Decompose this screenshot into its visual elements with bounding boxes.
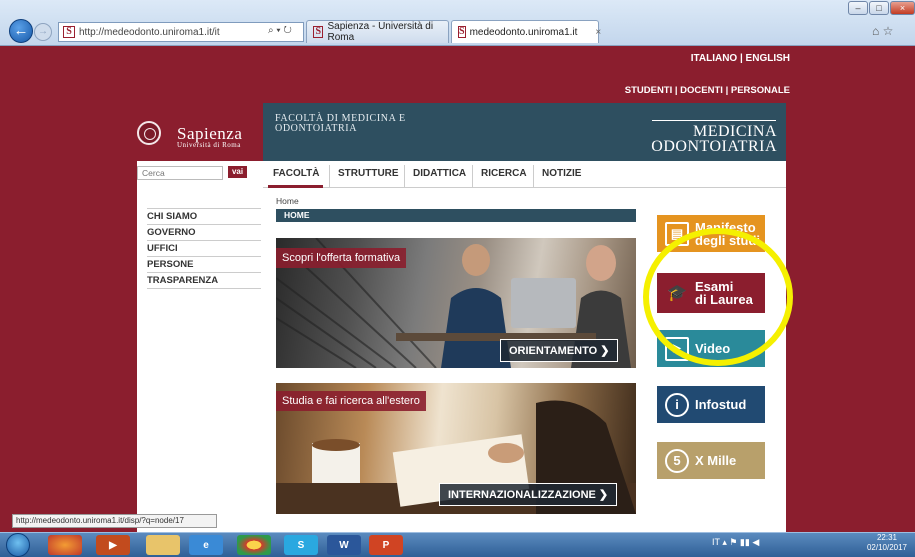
sidebar-item-governo[interactable]: GOVERNO bbox=[147, 225, 261, 241]
close-window-button[interactable]: × bbox=[890, 1, 915, 15]
forward-button[interactable]: → bbox=[34, 23, 52, 41]
tab-label: Sapienza - Università di Roma bbox=[327, 21, 434, 43]
user-links[interactable]: STUDENTI | DOCENTI | PERSONALE bbox=[560, 85, 790, 96]
word-icon[interactable]: W bbox=[327, 535, 361, 555]
nav-separator bbox=[404, 165, 405, 187]
search-button[interactable]: vai bbox=[228, 166, 247, 178]
sidebar-item-trasparenza[interactable]: TRASPARENZA bbox=[147, 273, 261, 289]
skype-icon[interactable]: S bbox=[284, 535, 318, 555]
header-title-line1: MEDICINA bbox=[693, 123, 777, 140]
maximize-button[interactable]: □ bbox=[869, 1, 889, 15]
tile-x-mille[interactable]: 5 X Mille bbox=[657, 442, 765, 479]
file-explorer-icon[interactable] bbox=[146, 535, 180, 555]
internet-explorer-icon[interactable]: e bbox=[189, 535, 223, 555]
tab-favicon-icon: S bbox=[458, 26, 466, 38]
home-bar: HOME bbox=[276, 209, 636, 222]
nav-separator bbox=[472, 165, 473, 187]
breadcrumb[interactable]: Home bbox=[276, 196, 299, 206]
nav-didattica[interactable]: DIDATTICA bbox=[413, 168, 466, 179]
tab-close-icon[interactable]: × bbox=[595, 27, 601, 38]
promo-internazionalizzazione-tag: Studia e fai ricerca all'estero bbox=[276, 391, 426, 411]
language-switch[interactable]: ITALIANO | ENGLISH bbox=[680, 53, 790, 64]
start-button[interactable] bbox=[6, 533, 30, 557]
yellow-highlight-circle bbox=[643, 228, 793, 366]
header-title: MEDICINA ODONTOIATRIA bbox=[650, 123, 777, 155]
address-text: http://medeodonto.uniroma1.it/it bbox=[79, 26, 220, 38]
system-tray[interactable]: IT ▴ ⚑ ▮▮ ◀ bbox=[712, 537, 759, 548]
media-player-icon[interactable]: ▶ bbox=[96, 535, 130, 555]
nav-separator bbox=[533, 165, 534, 187]
sidebar: CHI SIAMO GOVERNO UFFICI PERSONE TRASPAR… bbox=[147, 209, 261, 289]
promo-orientamento-tag: Scopri l'offerta formativa bbox=[276, 248, 407, 268]
minimize-button[interactable]: – bbox=[848, 1, 868, 15]
sapienza-logo-sub: Università di Roma bbox=[177, 141, 241, 149]
nav-active-indicator bbox=[268, 185, 323, 188]
home-favorites-icon[interactable]: ⌂ ☆ bbox=[872, 24, 893, 38]
status-bar-url: http://medeodonto.uniroma1.it/disp/?q=no… bbox=[12, 514, 217, 528]
clock[interactable]: 22:31 02/10/2017 bbox=[862, 533, 912, 553]
tile-label-1: X Mille bbox=[695, 453, 737, 468]
tab-label: medeodonto.uniroma1.it bbox=[469, 26, 578, 38]
internazionalizzazione-button[interactable]: INTERNAZIONALIZZAZIONE ❯ bbox=[439, 483, 618, 506]
header-title-line2: ODONTOIATRIA bbox=[651, 138, 777, 155]
site-favicon-icon: S bbox=[63, 26, 75, 38]
faculty-label: Facoltà di Medicina e Odontoiatria bbox=[275, 113, 406, 134]
tab-favicon-icon: S bbox=[313, 26, 324, 38]
tile-infostud[interactable]: i Infostud bbox=[657, 386, 765, 423]
firefox-icon[interactable] bbox=[48, 535, 82, 555]
nav-facolta[interactable]: FACOLTÀ bbox=[273, 168, 319, 179]
powerpoint-icon[interactable]: P bbox=[369, 535, 403, 555]
clock-date: 02/10/2017 bbox=[866, 543, 908, 552]
promo-orientamento[interactable]: Scopri l'offerta formativa ORIENTAMENTO … bbox=[276, 238, 636, 368]
tile-label-1: Infostud bbox=[695, 397, 747, 412]
orientamento-button[interactable]: ORIENTAMENTO ❯ bbox=[500, 339, 619, 362]
main-nav: FACOLTÀ STRUTTURE DIDATTICA RICERCA NOTI… bbox=[263, 161, 786, 188]
five-per-mille-icon: 5 bbox=[665, 448, 689, 473]
search-input[interactable] bbox=[137, 166, 223, 180]
sapienza-seal-icon[interactable] bbox=[137, 121, 161, 145]
promo-internazionalizzazione[interactable]: Studia e fai ricerca all'estero INTERNAZ… bbox=[276, 383, 636, 514]
sidebar-item-chi-siamo[interactable]: CHI SIAMO bbox=[147, 209, 261, 225]
tab-medeodonto[interactable]: S medeodonto.uniroma1.it × bbox=[451, 20, 601, 43]
back-button[interactable]: ← bbox=[9, 19, 33, 43]
chrome-icon[interactable] bbox=[237, 535, 271, 555]
header-divider bbox=[652, 120, 776, 121]
tab-sapienza[interactable]: S Sapienza - Università di Roma bbox=[306, 20, 449, 43]
nav-strutture[interactable]: STRUTTURE bbox=[338, 168, 399, 179]
taskbar bbox=[0, 532, 915, 557]
address-tools[interactable]: ⌕ ▾ ↻ bbox=[268, 25, 292, 36]
nav-ricerca[interactable]: RICERCA bbox=[481, 168, 527, 179]
clock-time: 22:31 bbox=[876, 533, 898, 542]
sidebar-item-uffici[interactable]: UFFICI bbox=[147, 241, 261, 257]
nav-notizie[interactable]: NOTIZIE bbox=[542, 168, 581, 179]
sidebar-item-persone[interactable]: PERSONE bbox=[147, 257, 261, 273]
info-icon: i bbox=[665, 392, 689, 417]
nav-separator bbox=[329, 165, 330, 187]
